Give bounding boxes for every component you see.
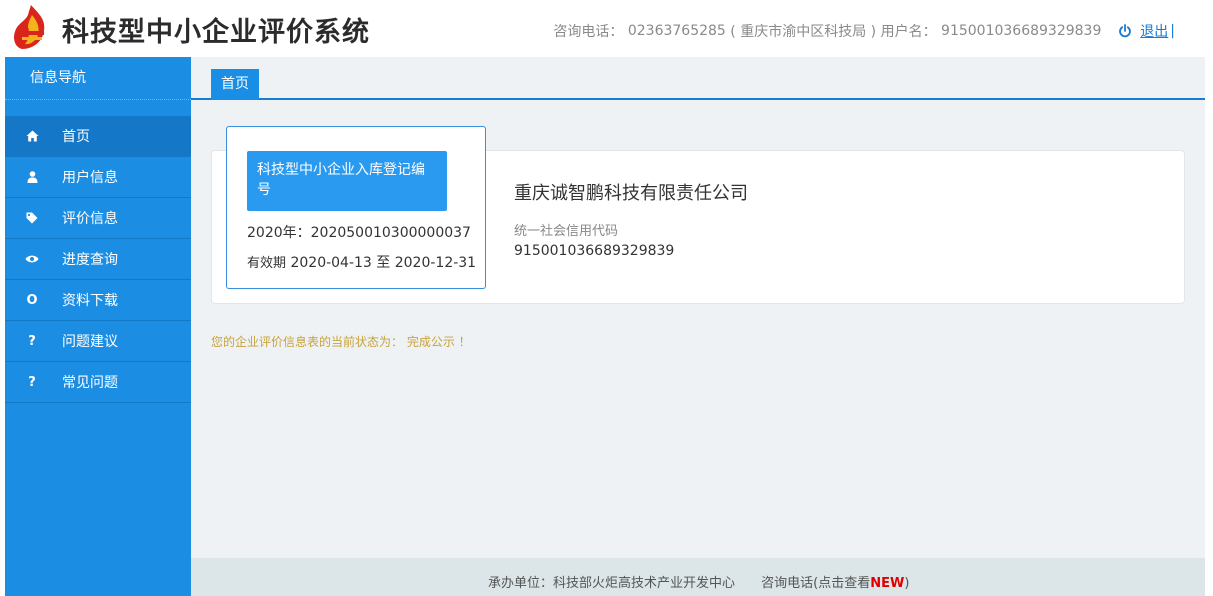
registration-number: 2020年：202050010300000037 [247, 225, 471, 241]
sidebar-item-label: 首页 [62, 129, 90, 145]
footer: 承办单位：科技部火炬高技术产业开发中心 咨询电话(点击查看NEW) [191, 558, 1205, 596]
sidebar-item-user-info[interactable]: 用户信息 [5, 157, 191, 198]
validity-range: 2020-04-13 至 2020-12-31 [290, 255, 477, 271]
sidebar-item-progress[interactable]: 进度查询 [5, 239, 191, 280]
sidebar-item-suggestions[interactable]: ? 问题建议 [5, 321, 191, 362]
company-name: 重庆诚智鹏科技有限责任公司 [514, 183, 748, 204]
footer-content: 承办单位：科技部火炬高技术产业开发中心 咨询电话(点击查看NEW) [488, 572, 909, 591]
logout-link[interactable]: 退出 [1140, 24, 1168, 40]
question-icon: ? [28, 374, 36, 390]
phone-note: ( 重庆市渝中区科技局 ) [730, 24, 877, 40]
sidebar-item-label: 资料下载 [62, 293, 118, 309]
app-header: 科技型中小企业评价系统 咨询电话： 02363765285 ( 重庆市渝中区科技… [0, 0, 1213, 57]
sidebar-item-faq[interactable]: ? 常见问题 [5, 362, 191, 403]
tab-bar: 首页 [191, 69, 1205, 100]
tag-icon [25, 211, 39, 225]
footer-close-paren: ) [904, 576, 910, 591]
registration-number-button[interactable]: 科技型中小企业入库登记编号 [247, 151, 447, 211]
new-badge: NEW [870, 576, 905, 591]
sidebar-item-label: 问题建议 [62, 334, 118, 350]
sidebar-item-evaluation[interactable]: 评价信息 [5, 198, 191, 239]
status-message: 您的企业评价信息表的当前状态为： 完成公示 ！ [211, 335, 471, 349]
question-icon: ? [28, 333, 36, 349]
sidebar-nav: 首页 用户信息 评价信息 进度查询 O 资料下载 ? 问题建议 ? 常见问题 [5, 116, 191, 403]
o-icon: O [26, 292, 38, 308]
tab-home[interactable]: 首页 [211, 69, 259, 100]
sidebar: 信息导航 首页 用户信息 评价信息 进度查询 O 资料下载 ? 问题建议 ? 常… [5, 57, 191, 596]
app-title: 科技型中小企业评价系统 [62, 17, 370, 48]
validity-period: 有效期 2020-04-13 至 2020-12-31 [247, 252, 476, 272]
sidebar-item-label: 进度查询 [62, 252, 118, 268]
user-icon [25, 170, 39, 184]
phone-label: 咨询电话： [553, 24, 624, 40]
header-info: 咨询电话： 02363765285 ( 重庆市渝中区科技局 ) 用户名： 915… [553, 21, 1175, 41]
footer-organizer: 承办单位：科技部火炬高技术产业开发中心 [488, 576, 736, 591]
credit-code-value: 915001036689329839 [514, 243, 675, 259]
registration-certificate: 科技型中小企业入库登记编号 2020年：202050010300000037 有… [226, 126, 486, 289]
username-label: 用户名： [880, 24, 937, 40]
logo-emblem-icon [14, 5, 45, 49]
sidebar-item-downloads[interactable]: O 资料下载 [5, 280, 191, 321]
footer-phone-link[interactable]: 咨询电话(点击查看NEW) [761, 576, 909, 591]
sidebar-item-label: 评价信息 [62, 211, 118, 227]
home-icon [25, 129, 39, 143]
main-content: 首页 科技型中小企业入库登记编号 2020年：20205001030000003… [191, 57, 1205, 558]
validity-label: 有效期 [247, 256, 287, 271]
sidebar-item-label: 常见问题 [62, 375, 118, 391]
header-separator: | [1170, 23, 1175, 39]
eye-icon [25, 252, 39, 266]
sidebar-title: 信息导航 [5, 57, 191, 100]
sidebar-item-label: 用户信息 [62, 170, 118, 186]
credit-code-label: 统一社会信用代码 [514, 224, 619, 239]
footer-phone-text: 咨询电话(点击查看 [761, 576, 871, 591]
sidebar-item-home[interactable]: 首页 [5, 116, 191, 157]
power-icon[interactable] [1118, 24, 1132, 38]
username-value: 915001036689329839 [941, 23, 1102, 39]
phone-number: 02363765285 [627, 23, 726, 39]
